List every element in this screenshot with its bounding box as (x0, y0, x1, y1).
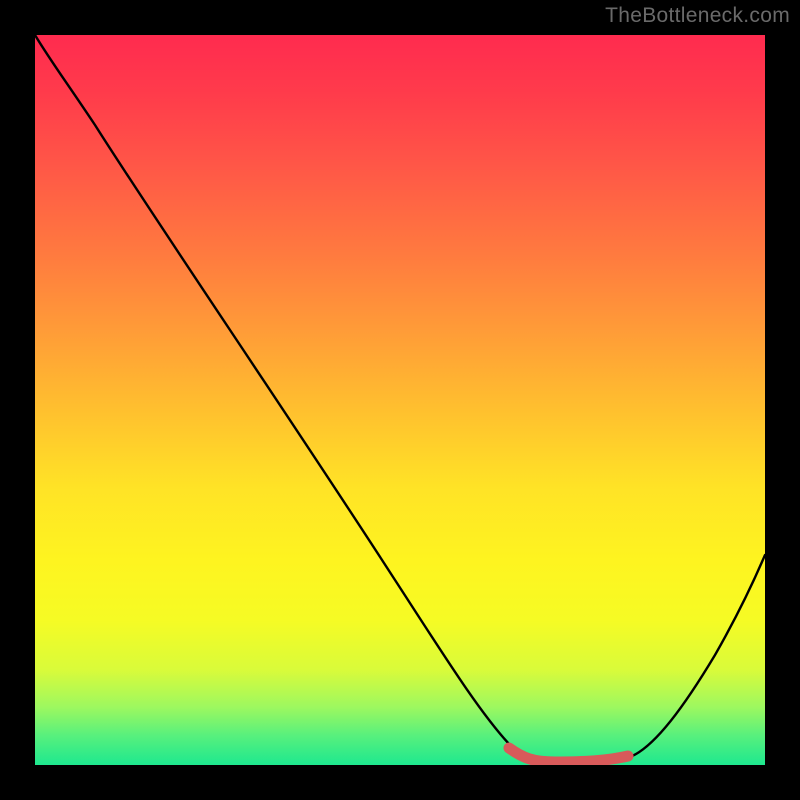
optimal-zone-highlight (509, 748, 628, 762)
curve-svg (35, 35, 765, 765)
chart-frame: TheBottleneck.com (0, 0, 800, 800)
watermark-text: TheBottleneck.com (605, 4, 790, 28)
plot-area (35, 35, 765, 765)
bottleneck-curve-path (35, 35, 765, 763)
